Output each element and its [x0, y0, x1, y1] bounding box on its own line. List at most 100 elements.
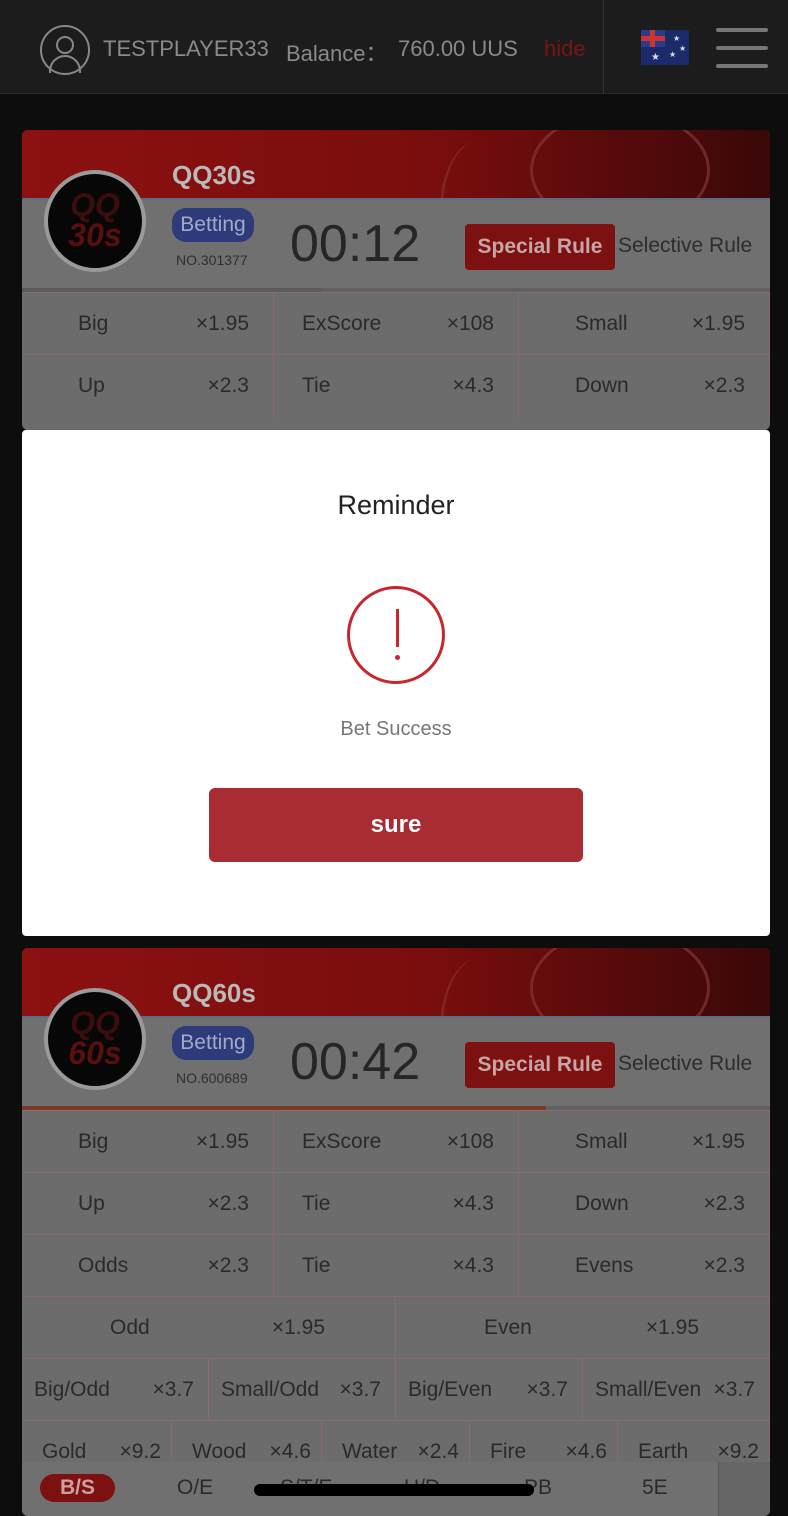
bet-option-odds: ×4.6 [269, 1440, 311, 1463]
bet-option-label: ExScore [302, 1130, 382, 1153]
bet-option-odds: ×2.3 [207, 1192, 249, 1215]
bet-option-odds: ×4.3 [452, 1192, 494, 1215]
bet-option[interactable]: Odds ×2.3 [22, 1235, 274, 1297]
selective-rule-button[interactable]: Selective Rule [618, 234, 752, 258]
game-title: QQ60s [172, 978, 256, 1008]
bet-option[interactable]: Odd ×1.95 [22, 1297, 396, 1359]
hide-balance-link[interactable]: hide [544, 36, 586, 62]
bet-option-odds: ×1.95 [195, 312, 249, 335]
bet-option-label: Up [78, 1192, 105, 1215]
bet-option-label: Tie [302, 374, 331, 397]
history-button[interactable] [718, 1462, 770, 1516]
sure-button[interactable]: sure [209, 788, 583, 862]
bet-option-odds: ×9.2 [717, 1440, 759, 1463]
odds-row: Up ×2.3 Tie ×4.3 Down ×2.3 [22, 354, 770, 417]
bet-option-odds: ×1.95 [271, 1316, 325, 1339]
bet-option-odds: ×108 [446, 312, 494, 335]
bet-option-label: Small [575, 312, 628, 335]
bet-option[interactable]: ExScore ×108 [274, 293, 519, 355]
bet-option-odds: ×1.95 [691, 312, 745, 335]
bet-option-label: Tie [302, 1254, 331, 1277]
bet-option-label: Odds [78, 1254, 129, 1277]
countdown-timer: 00:12 [290, 215, 421, 273]
bet-option-label: Big [78, 312, 109, 335]
tab-5e[interactable]: 5E [642, 1476, 668, 1500]
odds-grid: Big ×1.95 ExScore ×108 Small ×1.95 Up ×2.3 Tie ×4… [22, 292, 770, 417]
bet-option-odds: ×3.7 [713, 1378, 755, 1401]
bet-option-label: ExScore [302, 312, 382, 335]
special-rule-button[interactable]: Special Rule [465, 224, 615, 270]
bet-option[interactable]: Even ×1.95 [396, 1297, 770, 1359]
odds-grid: Big ×1.95 ExScore ×108 Small ×1.95 Up ×2.3 Tie ×4… [22, 1110, 770, 1483]
game-logo: QQ 60s [44, 988, 146, 1090]
game-card-qq30s: QQ30s QQ 30s Betting NO.301377 00:12 Spe… [22, 130, 770, 430]
special-rule-button[interactable]: Special Rule [465, 1042, 615, 1088]
odds-row: Big/Odd ×3.7 Small/Odd ×3.7 Big/Even ×3.7 Smal… [22, 1358, 770, 1421]
round-number: NO.600689 [176, 1070, 248, 1086]
game-logo: QQ 30s [44, 170, 146, 272]
odds-row: Big ×1.95 ExScore ×108 Small ×1.95 [22, 1110, 770, 1173]
bet-option-odds: ×3.7 [152, 1378, 194, 1401]
odds-row: Odd ×1.95 Even ×1.95 [22, 1296, 770, 1359]
bet-option-odds: ×2.3 [207, 1254, 249, 1277]
bet-option[interactable]: Down ×2.3 [519, 1173, 770, 1235]
bet-option-label: Earth [638, 1440, 689, 1463]
bet-option[interactable]: Tie ×4.3 [274, 1173, 519, 1235]
bet-option-odds: ×2.3 [703, 1254, 745, 1277]
bet-option[interactable]: Big/Even ×3.7 [396, 1359, 583, 1421]
balance-label: Balance： [286, 41, 388, 66]
round-number: NO.301377 [176, 252, 248, 268]
bet-option[interactable]: Small ×1.95 [519, 293, 770, 355]
bet-option-odds: ×2.3 [703, 1192, 745, 1215]
bet-option[interactable]: Tie ×4.3 [274, 1235, 519, 1297]
bet-option[interactable]: Down ×2.3 [519, 355, 770, 417]
bet-option-label: Fire [490, 1440, 527, 1463]
bet-option-label: Small/Odd [221, 1378, 320, 1401]
user-avatar-icon[interactable] [40, 25, 90, 75]
dialog-message: Bet Success [340, 718, 452, 740]
bet-option-odds: ×108 [446, 1130, 494, 1153]
odds-row: Up ×2.3 Tie ×4.3 Down ×2.3 [22, 1172, 770, 1235]
bet-option-odds: ×9.2 [119, 1440, 161, 1463]
bet-option[interactable]: Big ×1.95 [22, 293, 274, 355]
bet-option-odds: ×1.95 [195, 1130, 249, 1153]
bet-option-odds: ×4.3 [452, 1254, 494, 1277]
bet-option-label: Up [78, 374, 105, 397]
dialog-title: Reminder [337, 490, 455, 520]
countdown-timer: 00:42 [290, 1033, 421, 1091]
player-name: TESTPLAYER33 [103, 36, 269, 61]
bet-option[interactable]: ExScore ×108 [274, 1111, 519, 1173]
australia-flag-icon[interactable]: ★ ★ ★ ★ [641, 30, 689, 65]
status-badge: Betting [172, 1026, 254, 1060]
balance-value: 760.00 UUS [398, 36, 518, 61]
bet-option[interactable]: Tie ×4.3 [274, 355, 519, 417]
bet-option[interactable]: Big ×1.95 [22, 1111, 274, 1173]
hamburger-menu-icon[interactable] [716, 28, 768, 68]
bet-option-label: Big/Odd [34, 1378, 110, 1401]
bet-option-odds: ×2.4 [417, 1440, 459, 1463]
bet-option[interactable]: Big/Odd ×3.7 [22, 1359, 209, 1421]
bet-option-odds: ×3.7 [339, 1378, 381, 1401]
bet-option-label: Big/Even [408, 1378, 493, 1401]
bet-option-label: Wood [192, 1440, 247, 1463]
tab-o-e[interactable]: O/E [177, 1476, 213, 1500]
bet-option[interactable]: Up ×2.3 [22, 355, 274, 417]
bet-option[interactable]: Evens ×2.3 [519, 1235, 770, 1297]
tab-b-s[interactable]: B/S [40, 1474, 116, 1502]
bet-option-label: Tie [302, 1192, 331, 1215]
bet-option[interactable]: Small/Even ×3.7 [583, 1359, 770, 1421]
top-bar: TESTPLAYER33 Balance： 760.00 UUS hide ★ … [0, 0, 788, 94]
bet-option-label: Even [484, 1316, 532, 1339]
reminder-dialog: Reminder Bet Success sure [22, 430, 770, 936]
bet-option[interactable]: Up ×2.3 [22, 1173, 274, 1235]
selective-rule-button[interactable]: Selective Rule [618, 1052, 752, 1076]
bet-option-label: Water [342, 1440, 398, 1463]
bet-option-label: Down [575, 1192, 629, 1215]
bet-option[interactable]: Small ×1.95 [519, 1111, 770, 1173]
game-title: QQ30s [172, 160, 256, 190]
bet-option[interactable]: Small/Odd ×3.7 [209, 1359, 396, 1421]
game-card-qq60s: QQ60s QQ 60s Betting NO.600689 00:42 Spe… [22, 948, 770, 1516]
bet-option-label: Small/Even [595, 1378, 702, 1401]
bet-option-odds: ×4.6 [565, 1440, 607, 1463]
bet-option-odds: ×4.3 [452, 374, 494, 397]
